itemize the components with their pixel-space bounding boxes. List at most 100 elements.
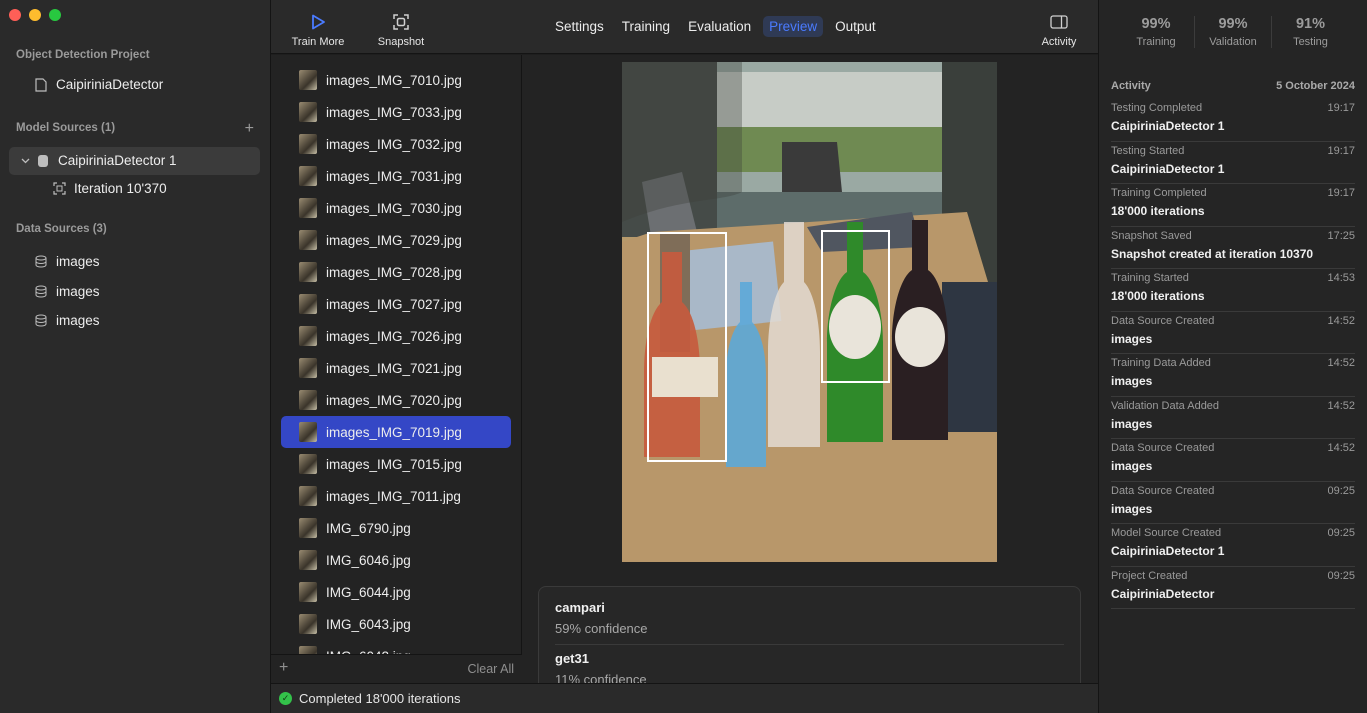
tab-preview[interactable]: Preview <box>763 16 824 37</box>
detection-box-martini[interactable] <box>821 230 890 383</box>
file-name: images_IMG_7020.jpg <box>326 392 462 408</box>
file-list-item[interactable]: images_IMG_7020.jpg <box>281 384 511 416</box>
activity-item: Training Data Added 14:52 images <box>1111 354 1355 397</box>
minimize-window-button[interactable] <box>29 9 41 21</box>
file-list-item[interactable]: images_IMG_7027.jpg <box>281 288 511 320</box>
database-icon <box>34 285 48 299</box>
sidebar-item-model[interactable]: CaipiriniaDetector 1 <box>20 153 177 168</box>
tab-bar: Settings Training Evaluation Preview Out… <box>549 16 882 37</box>
activity-time: 09:25 <box>1327 569 1355 582</box>
file-list-item[interactable]: images_IMG_7031.jpg <box>281 160 511 192</box>
activity-detail: images <box>1111 459 1153 473</box>
image-thumbnail <box>299 550 317 570</box>
file-list-item[interactable]: images_IMG_7030.jpg <box>281 192 511 224</box>
project-section-title: Object Detection Project <box>16 49 150 61</box>
add-file-button[interactable]: + <box>279 659 288 677</box>
clear-all-button[interactable]: Clear All <box>467 662 514 676</box>
preview-pane: campari 59% confidence get31 11% confide… <box>522 55 1098 696</box>
activity-event: Training Completed <box>1111 187 1207 199</box>
sidebar-item-data-source[interactable]: images <box>34 284 100 299</box>
preview-image <box>622 62 997 562</box>
activity-time: 09:25 <box>1327 484 1355 497</box>
tab-training[interactable]: Training <box>616 16 676 37</box>
activity-event: Snapshot Saved <box>1111 229 1192 242</box>
project-name: CaipiriniaDetector <box>56 77 164 92</box>
snapshot-button[interactable]: Snapshot <box>375 12 427 48</box>
image-thumbnail <box>299 614 317 634</box>
activity-item: Project Created 09:25 CaipiriniaDetector <box>1111 567 1355 609</box>
file-name: IMG_6046.jpg <box>326 552 411 568</box>
image-thumbnail <box>299 358 317 378</box>
activity-event: Testing Started <box>1111 144 1185 157</box>
tab-output[interactable]: Output <box>829 16 882 37</box>
sidebar-item-iteration[interactable]: Iteration 10'370 <box>52 181 167 196</box>
train-more-button[interactable]: Train More <box>291 12 345 48</box>
activity-label: Activity <box>1041 36 1077 48</box>
cylinder-icon <box>36 154 50 168</box>
file-name: images_IMG_7033.jpg <box>326 104 462 120</box>
image-thumbnail <box>299 166 317 186</box>
file-list-item[interactable]: images_IMG_7015.jpg <box>281 448 511 480</box>
file-name: IMG_6790.jpg <box>326 520 411 536</box>
data-source-label: images <box>56 254 100 269</box>
image-thumbnail <box>299 102 317 122</box>
chevron-down-icon[interactable] <box>20 154 30 168</box>
activity-header: Activity 5 October 2024 <box>1111 80 1355 92</box>
metric-value: 99% <box>1218 16 1248 32</box>
activity-time: 14:52 <box>1327 399 1355 412</box>
window-controls <box>9 9 61 21</box>
file-list-item[interactable]: images_IMG_7033.jpg <box>281 96 511 128</box>
image-thumbnail <box>299 198 317 218</box>
tab-settings[interactable]: Settings <box>549 16 610 37</box>
metric-training: 99% Training <box>1118 16 1195 48</box>
metric-label: Testing <box>1293 36 1328 48</box>
file-list-item[interactable]: IMG_6043.jpg <box>281 608 511 640</box>
metric-testing: 91% Testing <box>1272 16 1349 48</box>
file-list-item[interactable]: images_IMG_7029.jpg <box>281 224 511 256</box>
add-model-source-button[interactable]: + <box>245 120 254 138</box>
activity-title: Activity <box>1111 80 1151 92</box>
file-list-item[interactable]: images_IMG_7021.jpg <box>281 352 511 384</box>
file-list-item[interactable]: images_IMG_7026.jpg <box>281 320 511 352</box>
file-list-item[interactable]: IMG_6046.jpg <box>281 544 511 576</box>
activity-toggle-button[interactable]: Activity <box>1035 12 1083 48</box>
activity-time: 17:25 <box>1327 229 1355 242</box>
activity-panel: 99% Training 99% Validation 91% Testing … <box>1098 0 1367 713</box>
file-list-item[interactable]: IMG_6790.jpg <box>281 512 511 544</box>
file-name: images_IMG_7010.jpg <box>326 72 462 88</box>
activity-detail: images <box>1111 501 1153 516</box>
activity-time: 14:52 <box>1327 357 1355 369</box>
sidebar: Object Detection Project CaipiriniaDetec… <box>0 0 271 713</box>
file-list-item[interactable]: images_IMG_7028.jpg <box>281 256 511 288</box>
sidebar-item-data-source[interactable]: images <box>34 313 100 328</box>
snapshot-icon <box>393 12 409 32</box>
file-list: images_IMG_7010.jpg images_IMG_7033.jpg … <box>271 55 522 683</box>
activity-detail: CaipiriniaDetector 1 <box>1111 544 1225 558</box>
activity-event: Training Data Added <box>1111 357 1211 369</box>
activity-time: 19:17 <box>1327 144 1355 157</box>
zoom-window-button[interactable] <box>49 9 61 21</box>
file-list-item[interactable]: images_IMG_7011.jpg <box>281 480 511 512</box>
sidebar-item-data-source[interactable]: images <box>34 254 100 269</box>
document-icon <box>34 77 48 92</box>
file-list-item-selected[interactable]: images_IMG_7019.jpg <box>281 416 511 448</box>
file-list-item[interactable]: images_IMG_7010.jpg <box>281 64 511 96</box>
file-name: images_IMG_7015.jpg <box>326 456 462 472</box>
file-list-item[interactable]: images_IMG_7032.jpg <box>281 128 511 160</box>
activity-event: Project Created <box>1111 569 1188 582</box>
file-list-item[interactable]: IMG_6044.jpg <box>281 576 511 608</box>
image-thumbnail <box>299 134 317 154</box>
train-more-label: Train More <box>291 36 345 48</box>
activity-date: 5 October 2024 <box>1276 80 1355 92</box>
image-thumbnail <box>299 230 317 250</box>
detection-box-campari[interactable] <box>647 232 727 462</box>
checkmark-icon: ✓ <box>279 692 292 705</box>
tab-evaluation[interactable]: Evaluation <box>682 16 757 37</box>
activity-detail: Snapshot created at iteration 10370 <box>1111 246 1314 261</box>
image-thumbnail <box>299 326 317 346</box>
metric-label: Training <box>1136 36 1176 48</box>
close-window-button[interactable] <box>9 9 21 21</box>
sidebar-item-project[interactable]: CaipiriniaDetector <box>34 77 163 92</box>
activity-time: 19:17 <box>1327 187 1355 199</box>
activity-item: Testing Started 19:17 CaipiriniaDetector … <box>1111 142 1355 184</box>
